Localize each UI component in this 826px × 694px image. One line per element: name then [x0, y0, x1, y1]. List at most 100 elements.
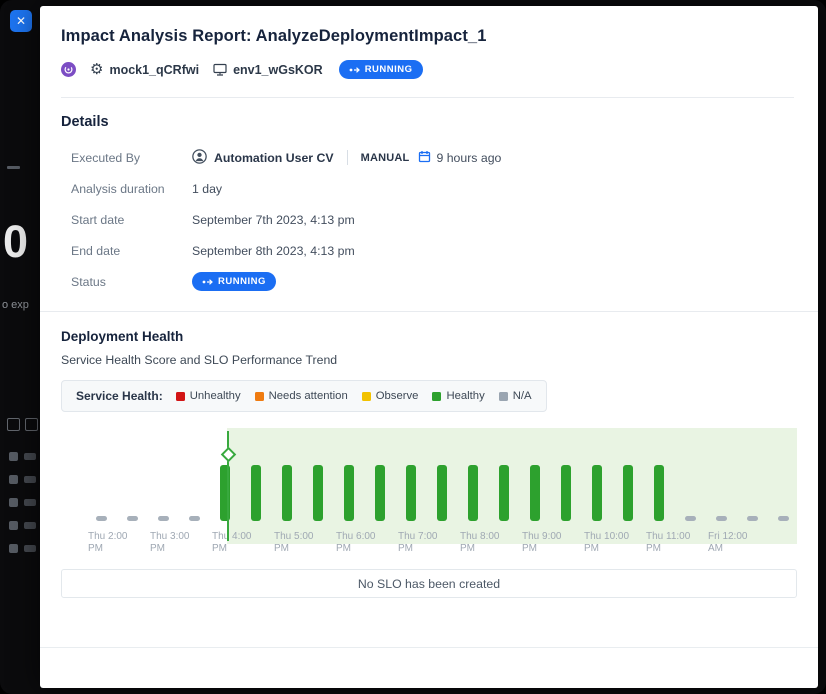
service-link[interactable]: ⚙ mock1_qCRfwi [90, 62, 199, 77]
health-bar[interactable] [96, 516, 107, 521]
status-badge-label: RUNNING [365, 64, 413, 75]
health-bar[interactable] [127, 516, 138, 521]
background-icon [25, 418, 38, 431]
page-title: Impact Analysis Report: AnalyzeDeploymen… [61, 27, 794, 46]
status-badge: RUNNING [192, 272, 276, 291]
x-axis-tick-label: Thu 2:00PM [88, 531, 150, 554]
health-bar[interactable] [685, 516, 696, 521]
legend-label: Healthy [446, 390, 484, 402]
background-list-row [0, 452, 40, 462]
legend-swatch [255, 392, 264, 401]
health-heading: Deployment Health [61, 329, 797, 344]
legend-label: Observe [376, 390, 419, 402]
background-list-row [0, 521, 40, 531]
executed-by-name: Automation User CV [214, 151, 334, 165]
detail-label: Analysis duration [71, 182, 192, 196]
health-bar[interactable] [406, 465, 416, 521]
legend-items: Unhealthy Needs attention Observe Healthy N/… [176, 390, 532, 402]
x-axis-tick-label: Thu 8:00PM [460, 531, 522, 554]
background-list-row [0, 498, 40, 508]
app-frame: 0 o exp ✕ Impact Analysis Report: Analyz… [0, 0, 826, 694]
legend-swatch [362, 392, 371, 401]
x-axis-tick-label: Thu 4:00PM [212, 531, 274, 554]
health-bar[interactable] [623, 465, 633, 521]
health-bar[interactable] [778, 516, 789, 521]
health-bar[interactable] [716, 516, 727, 521]
x-axis-tick-label: Thu 11:00PM [646, 531, 708, 554]
background-icon [7, 418, 20, 431]
close-drawer-button[interactable]: ✕ [10, 10, 32, 32]
x-axis-tick-label: Thu 6:00PM [336, 531, 398, 554]
health-bar[interactable] [251, 465, 261, 521]
health-bar[interactable] [282, 465, 292, 521]
legend-item: Healthy [432, 390, 484, 402]
impact-analysis-drawer: Impact Analysis Report: AnalyzeDeploymen… [40, 6, 818, 688]
detail-label: End date [71, 244, 192, 258]
health-bar[interactable] [375, 465, 385, 521]
background-text-fragment: o exp [2, 299, 29, 311]
health-bar[interactable] [313, 465, 323, 521]
health-bar[interactable] [592, 465, 602, 521]
drawer-header: Impact Analysis Report: AnalyzeDeploymen… [40, 6, 818, 98]
legend-item: N/A [499, 390, 532, 402]
legend-label: N/A [513, 390, 532, 402]
impact-analysis-icon [61, 62, 76, 77]
drawer-footer-divider [40, 647, 818, 648]
legend-swatch [176, 392, 185, 401]
health-bar[interactable] [530, 465, 540, 521]
health-bar[interactable] [654, 465, 664, 521]
service-health-legend: Service Health: Unhealthy Needs attention… [61, 380, 547, 412]
x-axis-tick-label: Thu 10:00PM [584, 531, 646, 554]
health-bar[interactable] [499, 465, 509, 521]
health-bar[interactable] [747, 516, 758, 521]
health-bar[interactable] [344, 465, 354, 521]
health-bar[interactable] [437, 465, 447, 521]
environment-link[interactable]: env1_wGsKOR [213, 63, 323, 77]
detail-value: September 7th 2023, 4:13 pm [192, 213, 355, 227]
detail-label: Start date [71, 213, 192, 227]
background-fragment [7, 166, 20, 169]
health-bar[interactable] [561, 465, 571, 521]
legend-item: Needs attention [255, 390, 348, 402]
user-icon [192, 149, 207, 167]
running-icon [349, 66, 361, 74]
deployment-health-section: Deployment Health Service Health Score a… [40, 312, 818, 598]
environment-name: env1_wGsKOR [233, 63, 323, 77]
trigger-type-label: MANUAL [361, 152, 410, 164]
health-bar[interactable] [158, 516, 169, 521]
legend-label: Unhealthy [190, 390, 241, 402]
health-chart[interactable]: Thu 2:00PMThu 3:00PMThu 4:00PMThu 5:00PM… [61, 428, 797, 559]
x-axis-tick-label: Thu 3:00PM [150, 531, 212, 554]
detail-value: Automation User CV MANUAL 9 hours ago [192, 149, 501, 167]
details-section: Details Executed By Automation User CV M… [40, 98, 818, 311]
legend-item: Unhealthy [176, 390, 241, 402]
x-axis-tick-label: Thu 7:00PM [398, 531, 460, 554]
detail-value: September 8th 2023, 4:13 pm [192, 244, 355, 258]
status-badge: RUNNING [339, 60, 423, 79]
detail-value: RUNNING [192, 272, 276, 291]
background-list-row [0, 544, 40, 554]
health-subtitle: Service Health Score and SLO Performance… [61, 353, 797, 367]
calendar-icon [418, 150, 431, 166]
background-list-row [0, 475, 40, 485]
detail-row-end-date: End date September 8th 2023, 4:13 pm [61, 235, 797, 266]
detail-row-start-date: Start date September 7th 2023, 4:13 pm [61, 204, 797, 235]
vertical-divider [347, 150, 348, 165]
close-icon: ✕ [16, 10, 26, 32]
x-axis-tick-label: Thu 5:00PM [274, 531, 336, 554]
detail-row-duration: Analysis duration 1 day [61, 173, 797, 204]
detail-row-executed-by: Executed By Automation User CV MANUAL 9 … [61, 142, 797, 173]
environment-icon [213, 63, 227, 76]
executed-time: 9 hours ago [436, 151, 501, 165]
legend-item: Observe [362, 390, 419, 402]
health-bar[interactable] [189, 516, 200, 521]
legend-title: Service Health: [76, 389, 163, 403]
details-rows: Executed By Automation User CV MANUAL 9 … [61, 142, 797, 297]
x-axis-tick-label: Thu 9:00PM [522, 531, 584, 554]
report-meta-row: ⚙ mock1_qCRfwi env1_wGsKOR RUNNING [61, 60, 794, 79]
legend-label: Needs attention [269, 390, 348, 402]
legend-swatch [432, 392, 441, 401]
detail-label: Status [71, 275, 192, 289]
health-bar[interactable] [468, 465, 478, 521]
service-name: mock1_qCRfwi [109, 63, 199, 77]
